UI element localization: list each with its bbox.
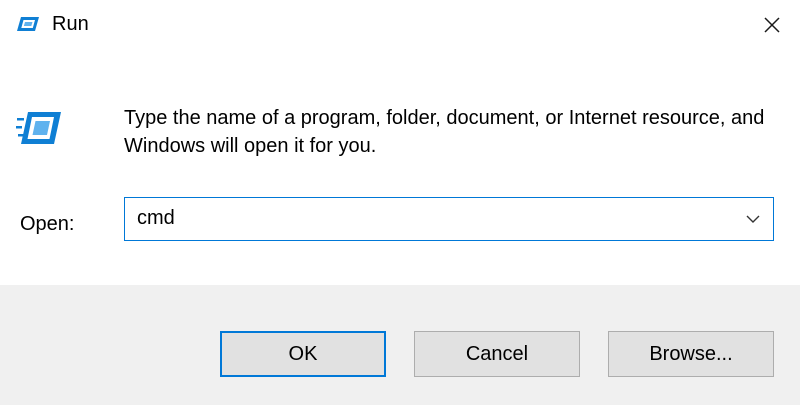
chevron-down-icon bbox=[746, 210, 760, 228]
button-bar: OK Cancel Browse... bbox=[0, 285, 800, 405]
browse-button[interactable]: Browse... bbox=[608, 331, 774, 377]
close-button[interactable] bbox=[744, 0, 800, 50]
run-icon bbox=[16, 14, 40, 34]
title-bar[interactable]: Run bbox=[0, 0, 800, 50]
dropdown-button[interactable] bbox=[733, 198, 773, 239]
window-title: Run bbox=[52, 13, 89, 35]
open-combobox[interactable] bbox=[124, 197, 774, 241]
run-icon bbox=[16, 108, 62, 148]
close-icon bbox=[763, 16, 781, 34]
dialog-description: Type the name of a program, folder, docu… bbox=[124, 107, 765, 157]
open-input[interactable] bbox=[125, 198, 725, 239]
cancel-button[interactable]: Cancel bbox=[414, 331, 580, 377]
dialog-body: Type the name of a program, folder, docu… bbox=[0, 50, 800, 285]
run-dialog: Run Type the name of a program, folder, … bbox=[0, 0, 800, 405]
ok-button[interactable]: OK bbox=[220, 331, 386, 377]
open-label: Open: bbox=[20, 213, 75, 235]
